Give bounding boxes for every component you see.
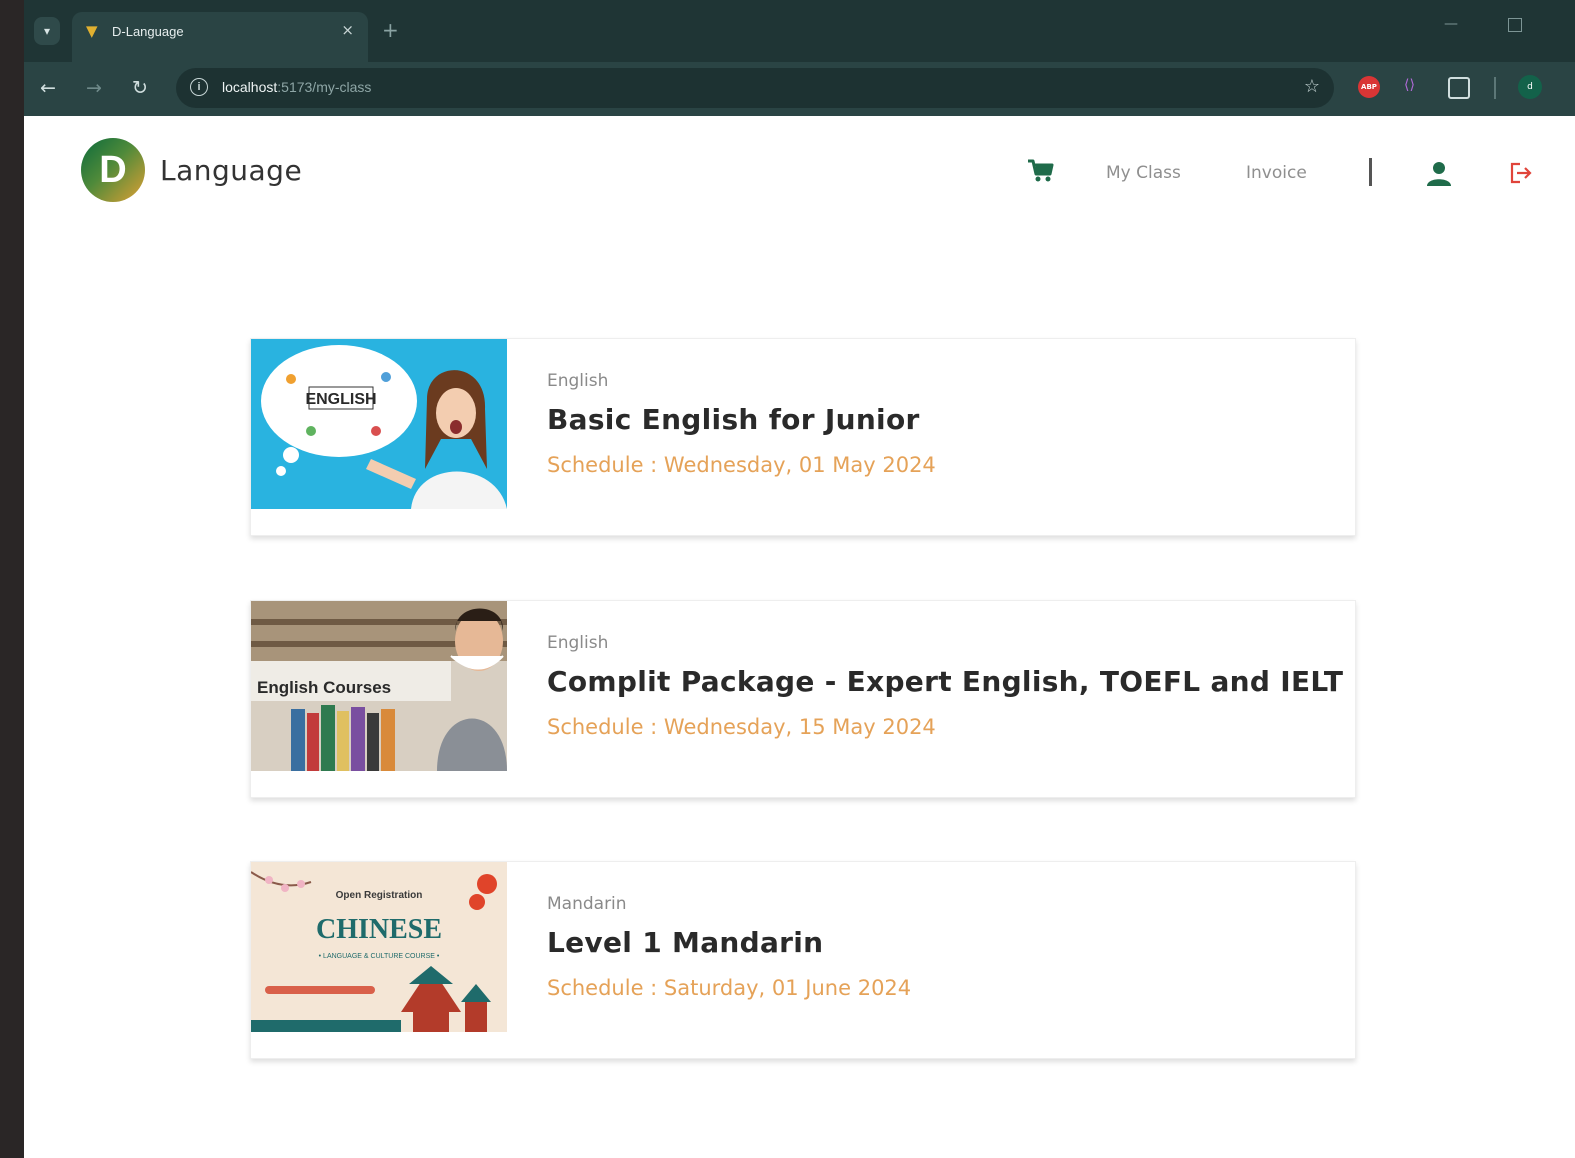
cart-icon[interactable] [1025,156,1055,186]
thumbnail-text: ENGLISH [305,391,376,408]
maximize-icon[interactable] [1508,18,1522,32]
reload-icon[interactable]: ↻ [132,76,148,100]
class-thumbnail: English Courses [251,601,507,771]
site-info-icon[interactable]: i [190,78,208,96]
logo-letter: D [99,149,127,191]
browser-window: ▾ ▼ D-Language × + — ← → ↻ i localhost:5… [24,0,1575,1158]
browser-tab[interactable]: ▼ D-Language × [72,12,368,62]
class-title[interactable]: Basic English for Junior [547,403,920,436]
tab-search-button[interactable]: ▾ [34,17,60,45]
class-card[interactable]: English Courses English Complit Package … [250,600,1356,798]
class-thumbnail: Open Registration CHINESE • LANGUAGE & C… [251,862,507,1032]
class-card[interactable]: Open Registration CHINESE • LANGUAGE & C… [250,861,1356,1059]
logout-icon[interactable] [1508,160,1534,186]
page-content: D Language My Class Invoice ENGLISH Engl… [24,116,1575,1158]
browser-toolbar: ← → ↻ i localhost:5173/my-class ☆ ABP ⟨⟩… [24,62,1575,116]
class-card[interactable]: ENGLISH English Basic English for Junior… [250,338,1356,536]
brand-name[interactable]: Language [160,154,302,187]
thumbnail-main-text: CHINESE [316,914,442,945]
minimize-icon[interactable]: — [1444,16,1458,32]
class-language: Mandarin [547,894,627,914]
new-tab-button[interactable]: + [382,18,399,42]
nav-divider [1369,158,1372,186]
profile-avatar[interactable]: d [1518,75,1542,99]
code-extension-icon[interactable]: ⟨⟩ [1404,77,1415,93]
thumbnail-top-text: Open Registration [336,890,423,901]
forward-icon[interactable]: → [86,76,102,100]
class-thumbnail: ENGLISH [251,339,507,509]
class-language: English [547,633,609,653]
nav-invoice[interactable]: Invoice [1246,163,1307,183]
address-bar[interactable]: i localhost:5173/my-class ☆ [176,68,1334,108]
user-icon[interactable] [1426,160,1452,188]
class-language: English [547,371,609,391]
tab-title: D-Language [112,24,184,39]
extensions-puzzle-icon[interactable] [1448,77,1470,99]
adblock-extension-icon[interactable]: ABP [1358,76,1380,98]
favicon-icon: ▼ [86,22,98,40]
class-schedule: Schedule : Wednesday, 01 May 2024 [547,453,936,477]
url-text[interactable]: localhost:5173/my-class [222,79,371,95]
bookmark-star-icon[interactable]: ☆ [1304,76,1320,97]
nav-my-class[interactable]: My Class [1106,163,1181,183]
thumbnail-text: English Courses [257,678,391,697]
brand-logo[interactable]: D [81,138,145,202]
tab-close-icon[interactable]: × [341,21,354,39]
class-title[interactable]: Complit Package - Expert English, TOEFL … [547,665,1343,698]
back-icon[interactable]: ← [40,76,56,100]
thumbnail-sub-text: • LANGUAGE & CULTURE COURSE • [319,953,440,960]
class-schedule: Schedule : Wednesday, 15 May 2024 [547,715,936,739]
class-title[interactable]: Level 1 Mandarin [547,926,823,959]
tab-bar: ▾ ▼ D-Language × + — [24,0,1575,62]
toolbar-divider [1494,77,1496,99]
class-schedule: Schedule : Saturday, 01 June 2024 [547,976,912,1000]
